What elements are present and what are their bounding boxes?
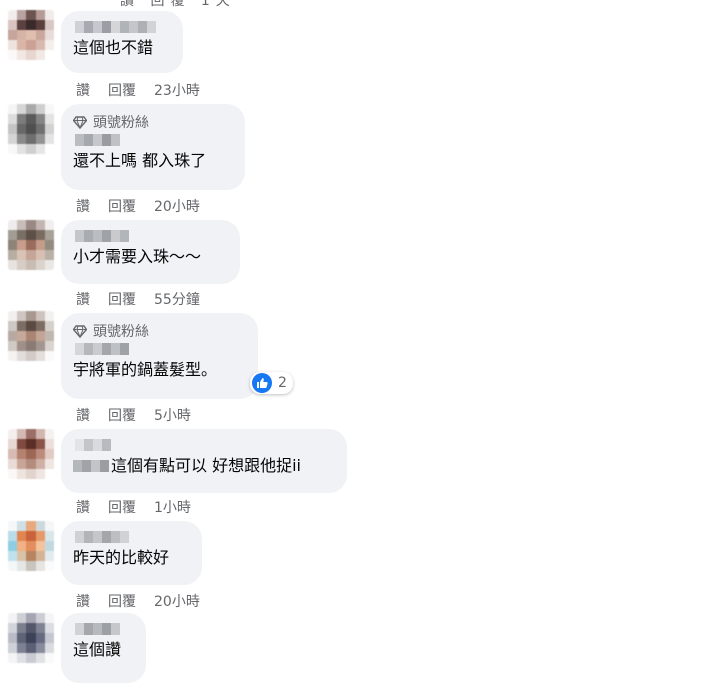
diamond-icon: [73, 116, 87, 129]
comment-text: 這個有點可以 好想跟他捉ii: [73, 455, 335, 477]
reply-link[interactable]: 回覆: [108, 196, 136, 216]
comment-text: 宇將軍的鍋蓋髮型。: [73, 360, 218, 379]
like-link[interactable]: 讚: [76, 196, 90, 216]
avatar[interactable]: [8, 613, 54, 663]
comment-bubble: 昨天的比較好: [61, 521, 202, 585]
avatar[interactable]: [8, 521, 54, 571]
timestamp[interactable]: 1小時: [154, 497, 191, 517]
commenter-name-blurred[interactable]: [75, 230, 228, 242]
like-link[interactable]: 讚: [76, 497, 90, 517]
previous-comment-actions-partial: 讀 回覆 1天: [120, 0, 236, 9]
like-link[interactable]: 讚: [76, 80, 90, 100]
avatar[interactable]: [8, 311, 54, 361]
top-fan-badge: 頭號粉絲: [73, 321, 246, 341]
commenter-name-blurred[interactable]: [75, 439, 335, 451]
comment-actions: 讚 回覆 20小時: [76, 591, 200, 611]
comment-text: 還不上嗎 都入珠了: [73, 151, 207, 170]
timestamp[interactable]: 55分鐘: [154, 289, 200, 309]
commenter-name-blurred[interactable]: [75, 21, 171, 33]
badge-label: 頭號粉絲: [93, 115, 149, 131]
like-link[interactable]: 讚: [76, 405, 90, 425]
diamond-icon: [73, 325, 87, 338]
comment-text: 這個也不錯: [73, 38, 154, 57]
comment-text: 這個讚: [73, 640, 122, 659]
timestamp[interactable]: 5小時: [154, 405, 191, 425]
thumbs-up-icon: [252, 373, 272, 393]
comment-bubble: 小才需要入珠～～: [61, 220, 240, 284]
timestamp[interactable]: 20小時: [154, 196, 200, 216]
like-link[interactable]: 讚: [76, 289, 90, 309]
reply-link[interactable]: 回覆: [108, 80, 136, 100]
comment-bubble: 頭號粉絲 還不上嗎 都入珠了: [61, 104, 245, 190]
timestamp[interactable]: 23小時: [154, 80, 200, 100]
comment-bubble: 這個有點可以 好想跟他捉ii: [61, 429, 347, 493]
reaction-summary[interactable]: 2: [250, 372, 293, 394]
comment-actions: 讚 回覆 23小時: [76, 80, 200, 100]
commenter-name-blurred[interactable]: [75, 623, 134, 635]
comment-bubble: 這個讚: [61, 613, 146, 683]
reply-link[interactable]: 回覆: [108, 497, 136, 517]
comment-text-body: 這個有點可以 好想跟他捉ii: [111, 456, 301, 475]
avatar[interactable]: [8, 429, 54, 479]
reaction-count: 2: [278, 375, 287, 391]
avatar[interactable]: [8, 10, 54, 60]
timestamp[interactable]: 20小時: [154, 591, 200, 611]
comment-bubble: 頭號粉絲 宇將軍的鍋蓋髮型。: [61, 313, 258, 399]
like-link[interactable]: 讚: [76, 591, 90, 611]
reply-link[interactable]: 回覆: [108, 289, 136, 309]
comment-actions: 讚 回覆 55分鐘: [76, 289, 200, 309]
avatar[interactable]: [8, 104, 54, 154]
comment-text: 小才需要入珠～～: [73, 247, 202, 266]
commenter-name-blurred[interactable]: [75, 343, 246, 355]
comment-actions: 讚 回覆 1小時: [76, 497, 191, 517]
tagged-user-blurred[interactable]: [73, 460, 109, 472]
avatar[interactable]: [8, 220, 54, 270]
commenter-name-blurred[interactable]: [75, 531, 190, 543]
commenter-name-blurred[interactable]: [75, 134, 233, 146]
comment-bubble: 這個也不錯: [61, 11, 183, 73]
badge-label: 頭號粉絲: [93, 324, 149, 340]
reply-link[interactable]: 回覆: [108, 591, 136, 611]
comment-text: 昨天的比較好: [73, 548, 170, 567]
comment-actions: 讚 回覆 20小時: [76, 196, 200, 216]
reply-link[interactable]: 回覆: [108, 405, 136, 425]
comment-actions: 讚 回覆 5小時: [76, 405, 191, 425]
top-fan-badge: 頭號粉絲: [73, 112, 233, 132]
